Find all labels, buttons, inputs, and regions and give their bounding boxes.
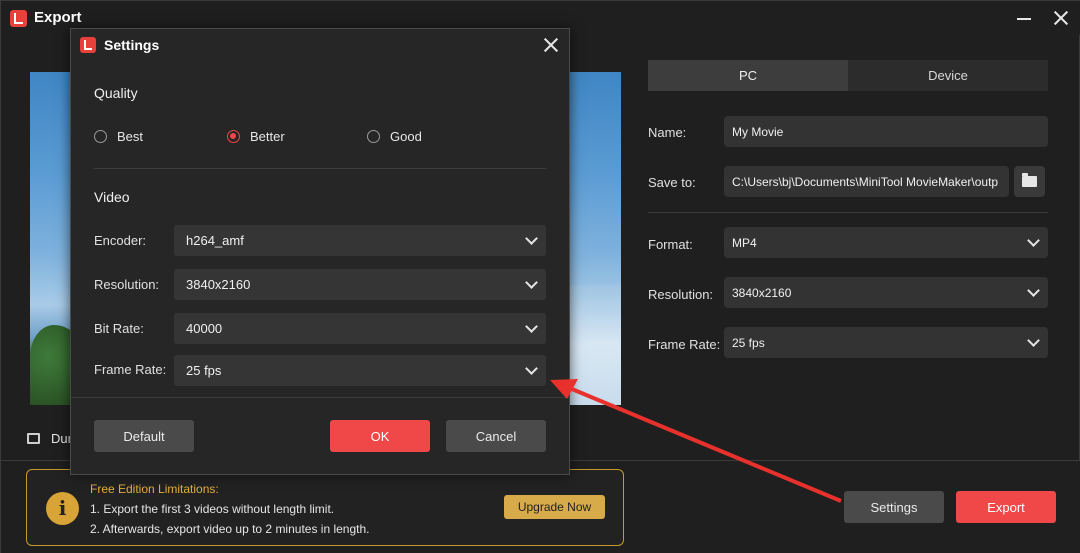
arrow-line bbox=[566, 385, 842, 503]
annotation-arrow bbox=[550, 379, 842, 503]
export-window: Export Dur PC Device Name: My Movie Save… bbox=[0, 0, 1080, 553]
